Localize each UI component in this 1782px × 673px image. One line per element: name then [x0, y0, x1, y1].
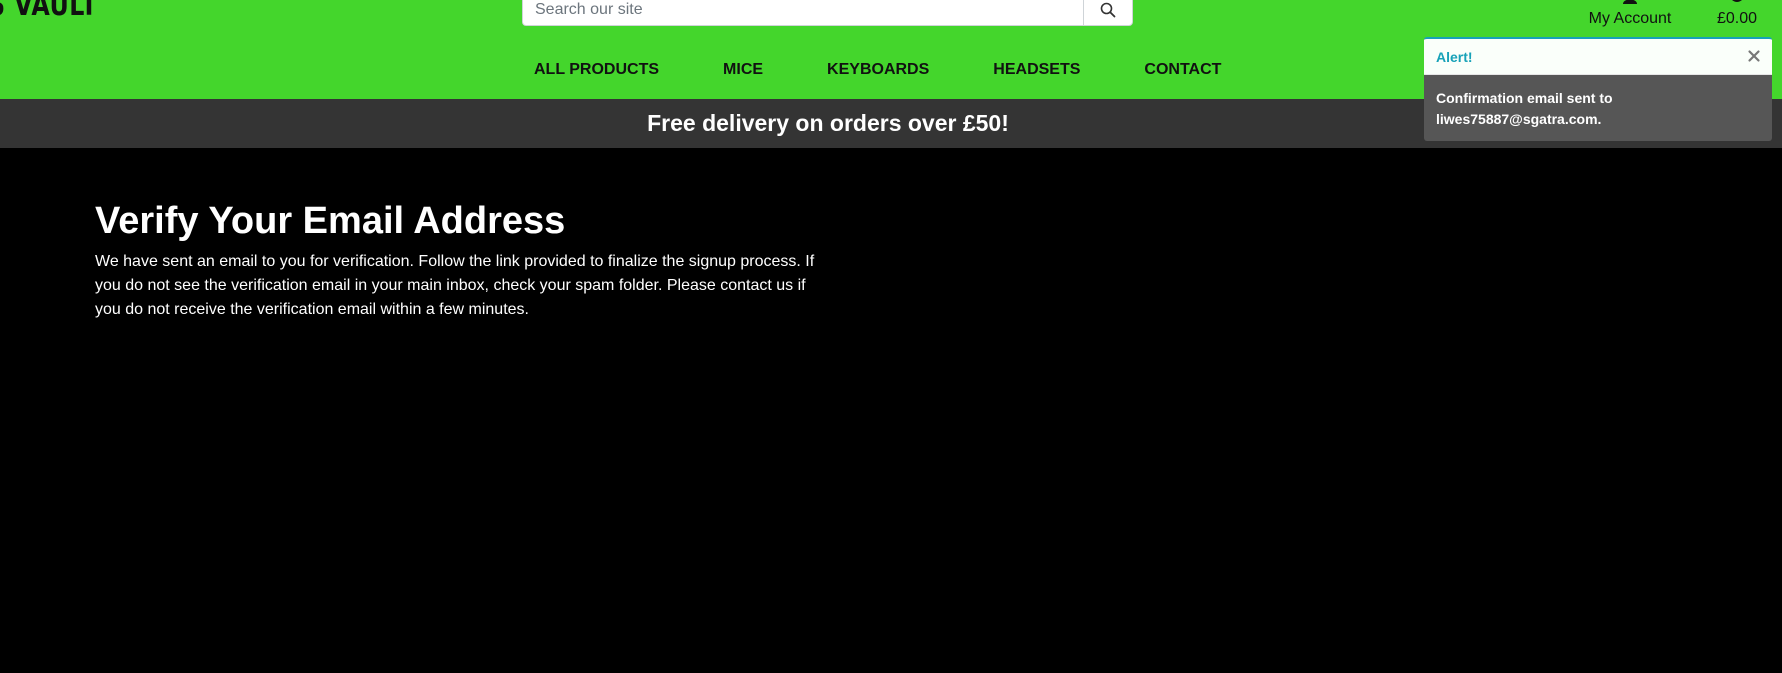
- search-button[interactable]: [1083, 0, 1133, 26]
- site-logo[interactable]: S VAULT: [0, 0, 110, 22]
- cart-total: £0.00: [1716, 10, 1758, 27]
- logo-text: S VAULT: [0, 0, 98, 22]
- page-title: Verify Your Email Address: [95, 200, 566, 242]
- page: S VAULT My Account £0.00 ALL PR: [0, 0, 1782, 673]
- toast-title: Alert!: [1436, 49, 1473, 65]
- shopping-bag-icon: [1732, 0, 1742, 2]
- nav-item-headsets[interactable]: HEADSETS: [993, 58, 1080, 82]
- search-input[interactable]: [522, 0, 1083, 26]
- nav-item-keyboards[interactable]: KEYBOARDS: [827, 58, 929, 82]
- my-account-label: My Account: [1588, 10, 1672, 27]
- nav-item-all-products[interactable]: ALL PRODUCTS: [534, 58, 659, 82]
- my-account-link[interactable]: My Account: [1585, 0, 1675, 28]
- user-icon: [1623, 0, 1637, 4]
- alert-toast: Alert! Confirmation email sent to liwes7…: [1424, 37, 1772, 141]
- search-form: [522, 0, 1133, 26]
- main-content: Verify Your Email Address We have sent a…: [95, 196, 825, 322]
- toast-header: Alert!: [1424, 39, 1772, 75]
- verification-message: We have sent an email to you for verific…: [95, 253, 815, 318]
- cart-link[interactable]: £0.00: [1710, 0, 1764, 28]
- nav-item-contact[interactable]: CONTACT: [1144, 58, 1221, 82]
- main-nav: ALL PRODUCTS MICE KEYBOARDS HEADSETS CON…: [534, 58, 1221, 82]
- toast-message: Confirmation email sent to liwes75887@sg…: [1436, 90, 1613, 127]
- toast-close-button[interactable]: [1744, 46, 1764, 66]
- nav-item-mice[interactable]: MICE: [723, 58, 763, 82]
- promo-text: Free delivery on orders over £50!: [647, 110, 1009, 136]
- close-icon: [1748, 50, 1760, 62]
- search-icon: [1100, 2, 1116, 18]
